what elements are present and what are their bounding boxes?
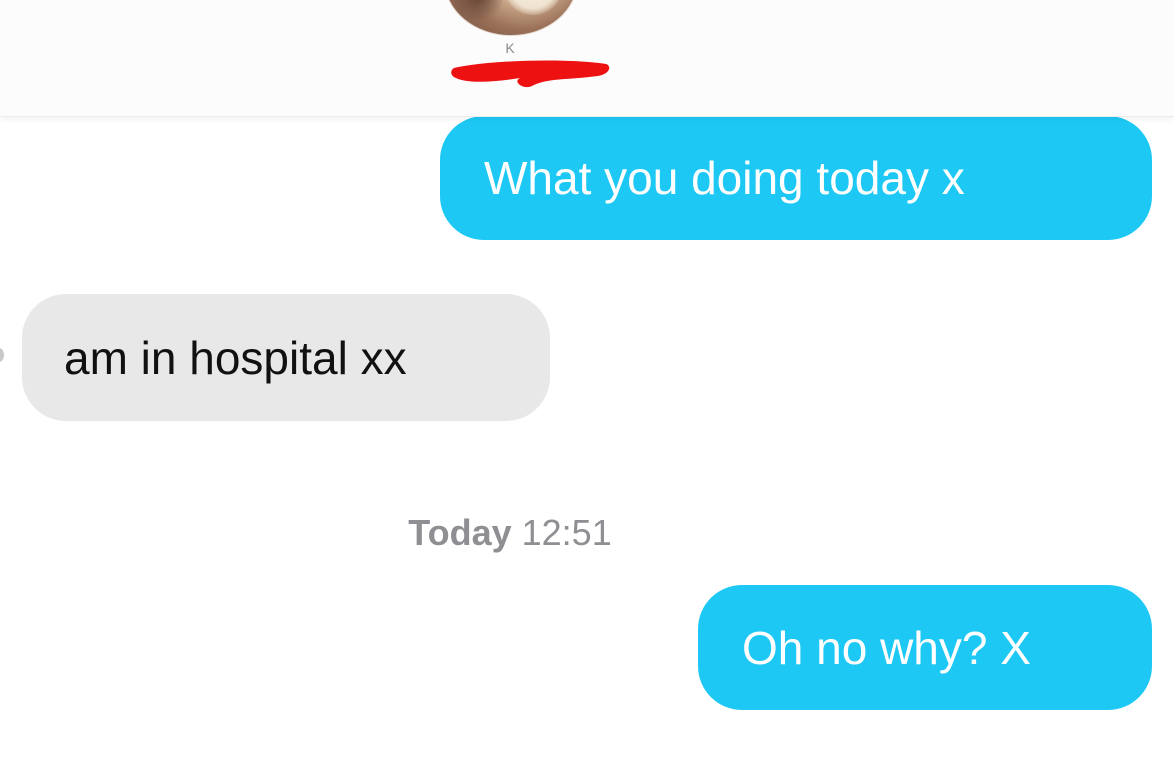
message-thread[interactable]: What you doing today x am in hospital xx… — [0, 116, 1174, 759]
chat-screen: K What you doing today x am in hospital … — [0, 0, 1174, 759]
sender-indicator-icon — [0, 348, 4, 362]
incoming-message[interactable]: am in hospital xx — [22, 294, 550, 421]
redaction-scribble — [451, 60, 610, 88]
timestamp-time: 12:51 — [521, 512, 612, 553]
outgoing-message[interactable]: Oh no why? X — [698, 585, 1152, 710]
outgoing-message[interactable]: What you doing today x — [440, 116, 1152, 240]
timestamp-divider: Today 12:51 — [0, 512, 1020, 554]
message-text: Oh no why? X — [742, 621, 1031, 674]
message-text: What you doing today x — [484, 152, 965, 204]
conversation-header: K — [0, 0, 1174, 117]
contact-avatar[interactable] — [444, 0, 578, 36]
message-text: am in hospital xx — [64, 331, 407, 384]
timestamp-day: Today — [408, 512, 512, 553]
